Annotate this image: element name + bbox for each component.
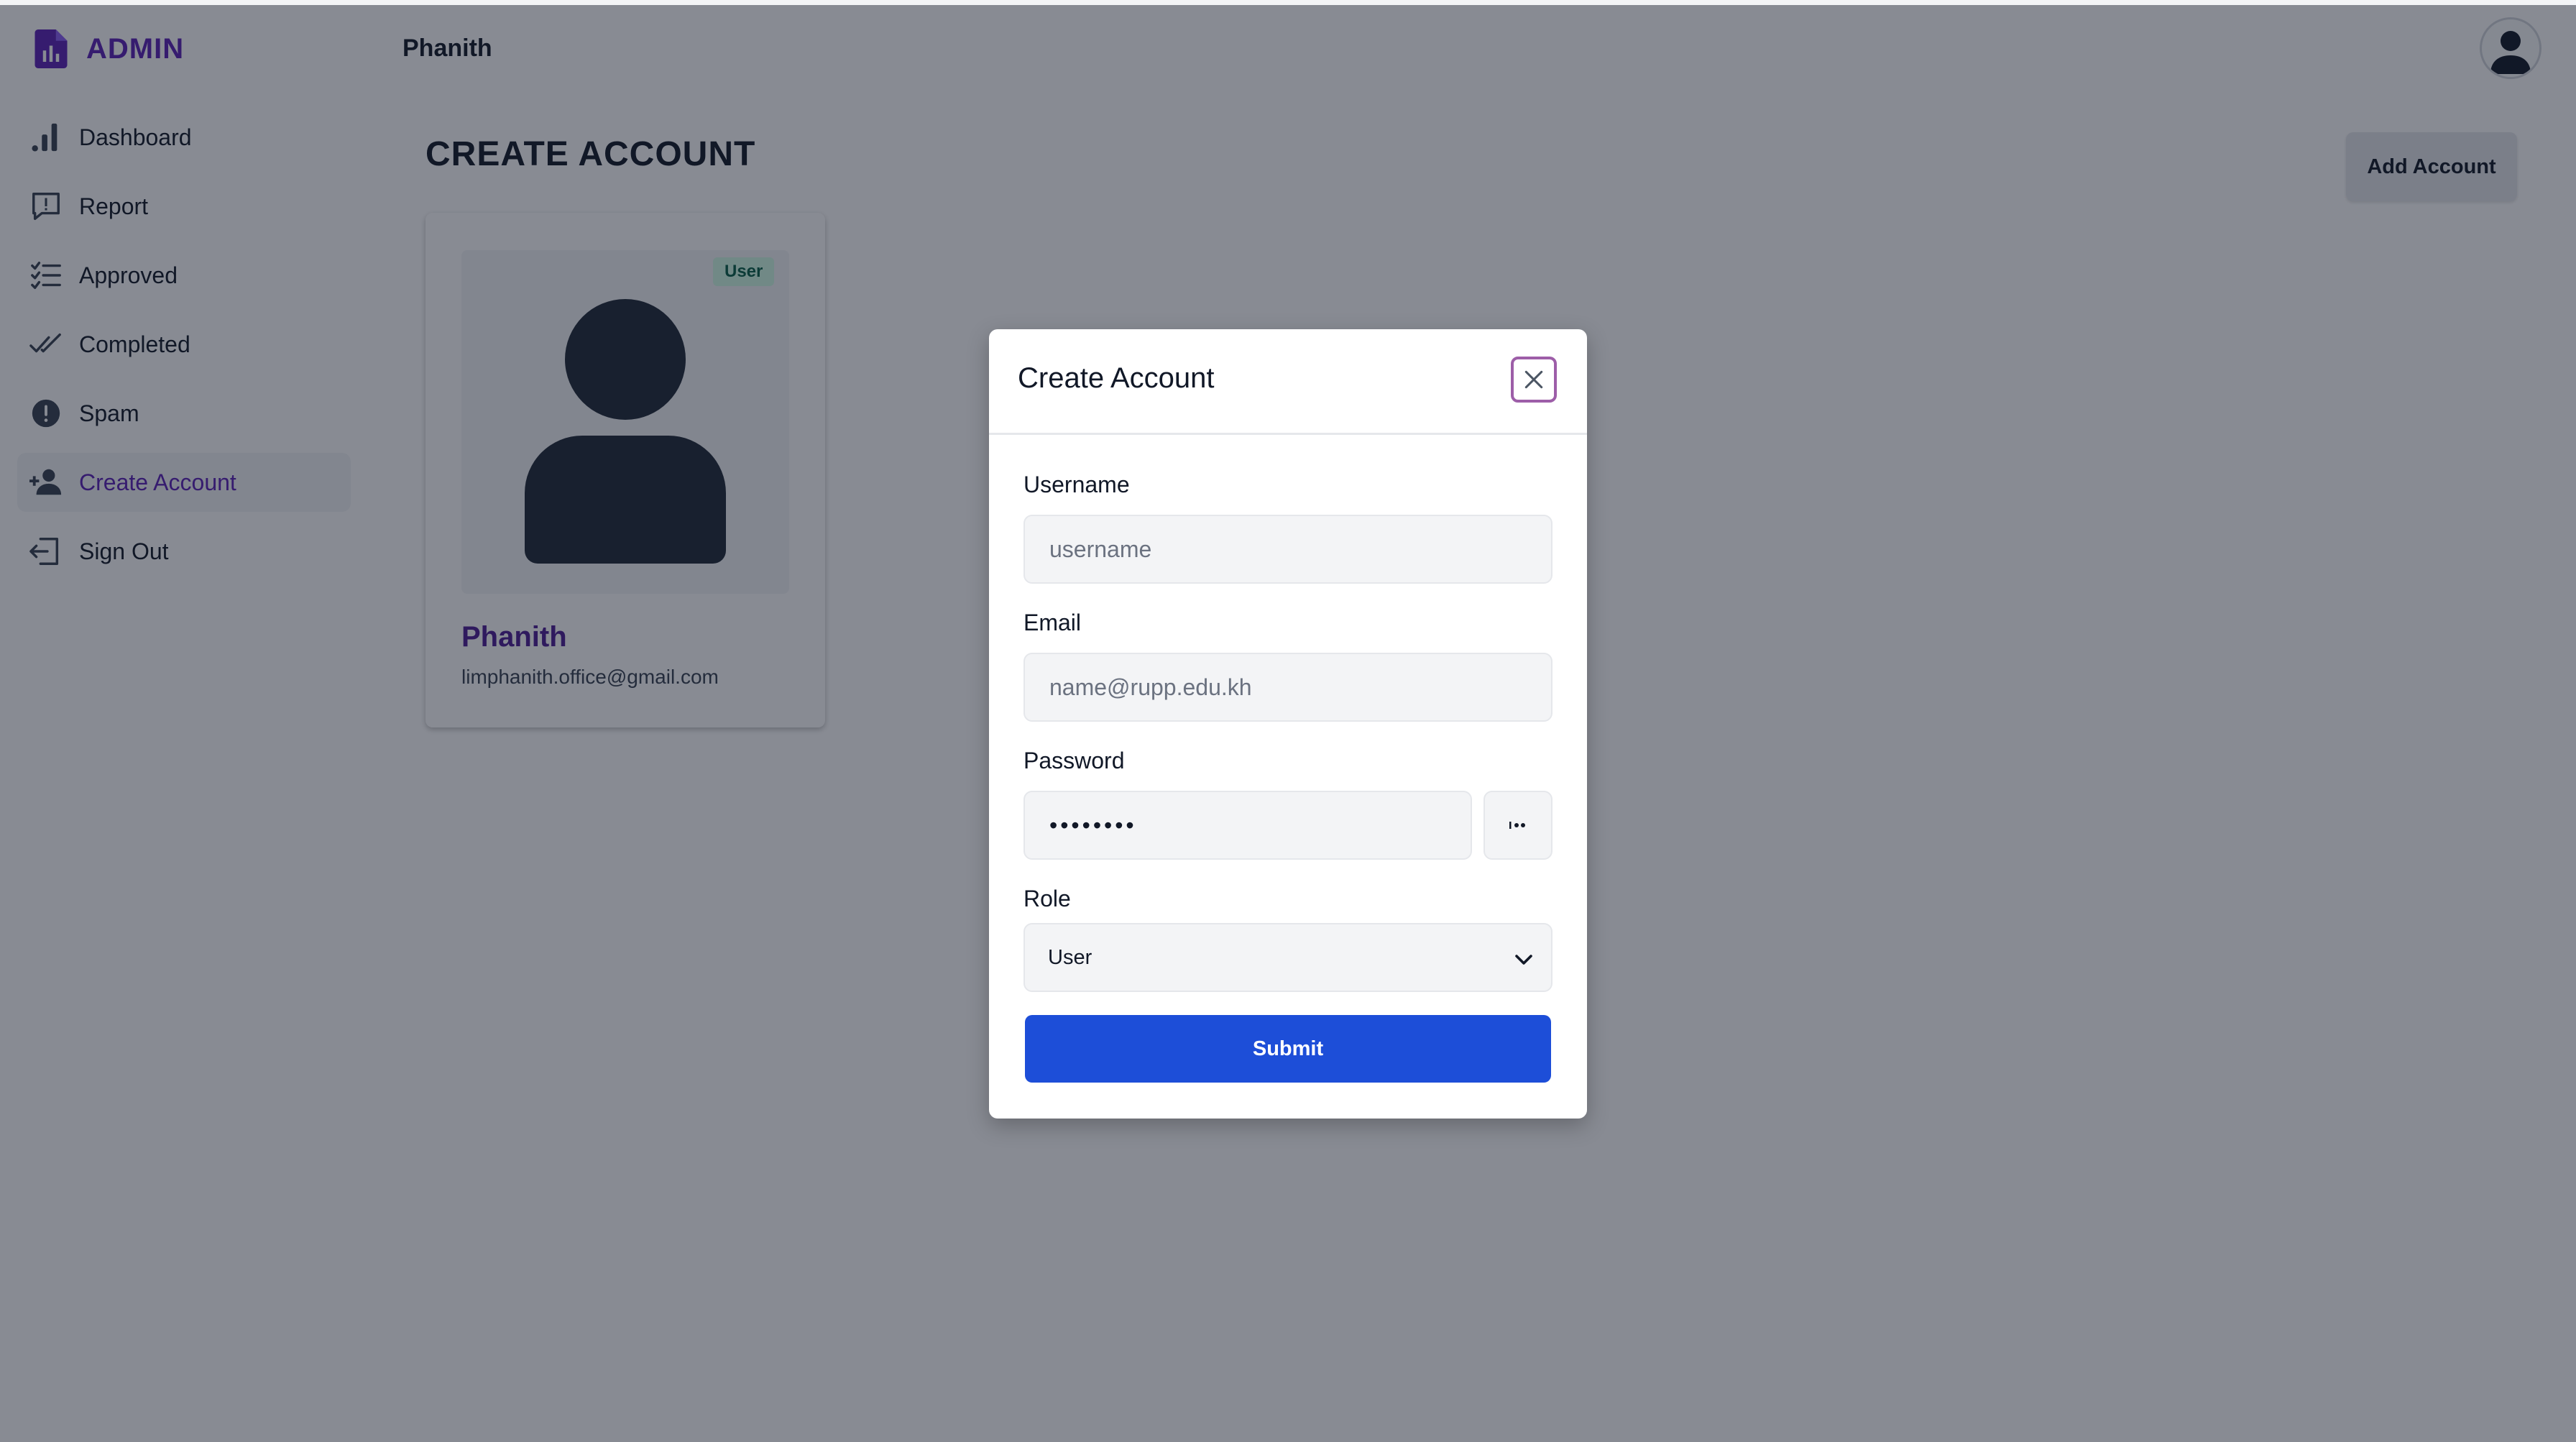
create-account-modal: Create Account Username Email Password R… bbox=[989, 329, 1587, 1119]
password-label: Password bbox=[1024, 748, 1125, 773]
password-input[interactable] bbox=[1024, 791, 1472, 860]
close-icon bbox=[1524, 370, 1543, 389]
toggle-password-visibility-button[interactable] bbox=[1484, 791, 1552, 860]
submit-button[interactable]: Submit bbox=[1025, 1015, 1551, 1083]
role-select[interactable]: User bbox=[1024, 923, 1552, 992]
close-button[interactable] bbox=[1511, 357, 1557, 403]
top-strip bbox=[0, 0, 2576, 5]
modal-header: Create Account bbox=[989, 329, 1587, 435]
role-label: Role bbox=[1024, 886, 1071, 911]
username-input[interactable] bbox=[1024, 515, 1552, 584]
email-label: Email bbox=[1024, 610, 1082, 635]
show-password-icon bbox=[1509, 822, 1525, 829]
role-select-value: User bbox=[1048, 945, 1092, 969]
email-input[interactable] bbox=[1024, 653, 1552, 722]
modal-title: Create Account bbox=[1018, 362, 1215, 394]
chevron-down-icon bbox=[1515, 955, 1532, 965]
username-label: Username bbox=[1024, 472, 1130, 497]
